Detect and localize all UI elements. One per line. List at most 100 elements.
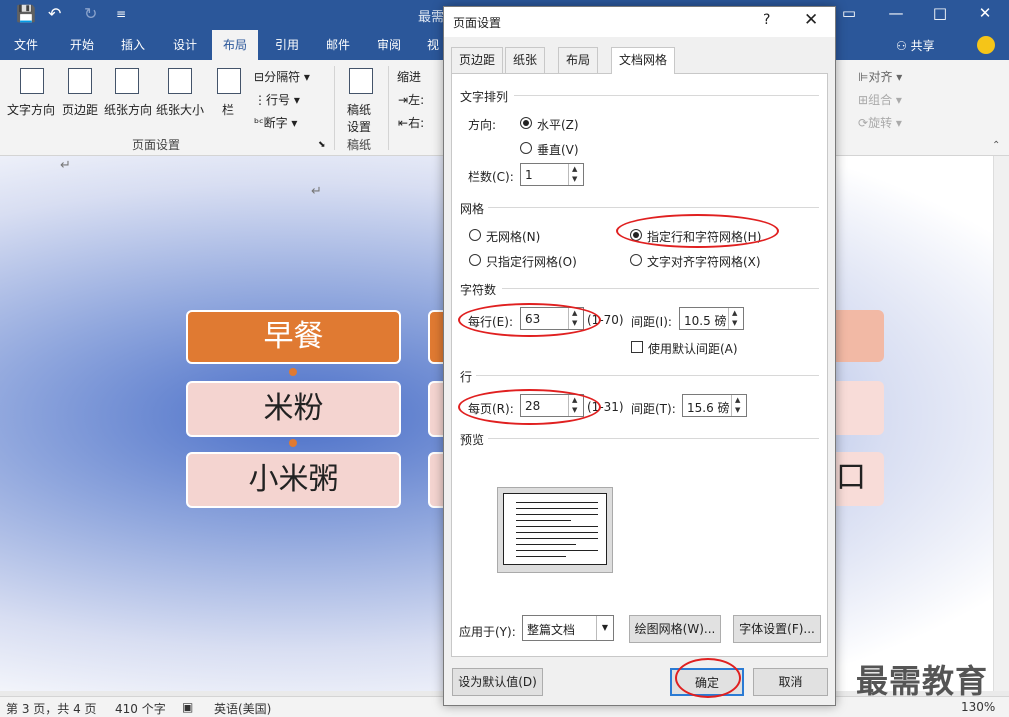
- section-divider: [476, 375, 819, 376]
- spin-down-icon[interactable]: ▼: [572, 175, 577, 183]
- set-as-default-button[interactable]: 设为默认值(D): [452, 668, 543, 696]
- proofing-icon[interactable]: ▣: [182, 700, 193, 714]
- char-pitch-input[interactable]: 10.5 磅 ▲ ▼: [679, 307, 744, 330]
- indent-right-label: ⇤右:: [398, 116, 425, 130]
- share-button[interactable]: ⚇ 共享: [896, 37, 935, 54]
- radio-horizontal[interactable]: [520, 117, 532, 129]
- hyphenation-button[interactable]: ᵇᶜ断字 ▾: [254, 114, 297, 131]
- apply-to-select[interactable]: 整篇文档 ▼: [522, 615, 614, 641]
- vertical-label[interactable]: 垂直(V): [537, 141, 579, 158]
- vertical-scrollbar[interactable]: [993, 156, 1009, 691]
- smartart-box-millet-porridge[interactable]: 小米粥: [186, 452, 401, 508]
- smiley-feedback-icon[interactable]: [977, 36, 995, 54]
- tab-paper[interactable]: 纸张: [505, 47, 546, 73]
- tab-design[interactable]: 设计: [173, 30, 197, 60]
- columns-label: 栏数(C):: [468, 170, 514, 184]
- section-grid: 网格: [460, 202, 485, 216]
- hyphenation-icon: ᵇᶜ: [254, 116, 264, 130]
- orientation-button[interactable]: 纸张方向: [104, 101, 152, 118]
- maximize-icon[interactable]: □: [925, 4, 955, 22]
- dialog-launcher-icon[interactable]: ⬊: [318, 140, 326, 150]
- preview-line: [516, 520, 571, 521]
- preview-line: [516, 514, 598, 515]
- paragraph-mark-icon: ↵: [60, 158, 71, 173]
- word-count[interactable]: 410 个字: [115, 700, 166, 717]
- tab-references[interactable]: 引用: [275, 30, 299, 60]
- window-title: 最需: [418, 10, 445, 25]
- smartart-box-rice-noodles[interactable]: 米粉: [186, 381, 401, 437]
- columns-spinner[interactable]: ▲ ▼: [568, 164, 583, 185]
- snap-to-char-grid-label[interactable]: 文字对齐字符网格(X): [647, 253, 761, 270]
- tab-insert[interactable]: 插入: [121, 30, 145, 60]
- columns-button[interactable]: 栏: [222, 101, 234, 118]
- spin-up-icon[interactable]: ▲: [572, 165, 577, 173]
- tab-mailings[interactable]: 邮件: [326, 30, 350, 60]
- line-numbers-button[interactable]: ⋮行号 ▾: [254, 91, 300, 108]
- zoom-level[interactable]: 130%: [961, 700, 995, 714]
- spin-up-icon[interactable]: ▲: [732, 309, 737, 317]
- line-numbers-icon: ⋮: [254, 93, 266, 107]
- align-icon: ⊫: [858, 70, 869, 84]
- tab-margins[interactable]: 页边距: [451, 47, 504, 73]
- customize-toolbar-icon[interactable]: ≡: [116, 7, 126, 21]
- radio-line-grid-only[interactable]: [469, 254, 481, 266]
- tab-view[interactable]: 视: [427, 30, 439, 60]
- group-button[interactable]: ⊞组合 ▾: [858, 91, 902, 108]
- save-icon[interactable]: 💾: [16, 4, 36, 23]
- language-indicator[interactable]: 英语(美国): [214, 700, 271, 717]
- text-direction-icon: [20, 68, 44, 94]
- columns-input[interactable]: 1 ▲ ▼: [520, 163, 584, 186]
- spin-down-icon[interactable]: ▼: [732, 319, 737, 327]
- align-button[interactable]: ⊫对齐 ▾: [858, 68, 902, 85]
- section-divider: [502, 288, 819, 289]
- size-button[interactable]: 纸张大小: [156, 101, 204, 118]
- tab-review[interactable]: 审阅: [377, 30, 401, 60]
- margins-button[interactable]: 页边距: [62, 101, 98, 118]
- breaks-button[interactable]: ⊟分隔符 ▾: [254, 68, 310, 85]
- smartart-box-breakfast[interactable]: 早餐: [186, 310, 401, 364]
- ribbon-display-icon[interactable]: ▭: [834, 4, 864, 22]
- line-pitch-spinner[interactable]: ▲ ▼: [731, 395, 746, 416]
- radio-vertical[interactable]: [520, 142, 532, 154]
- tab-layout-dialog[interactable]: 布局: [558, 47, 599, 73]
- rotate-button[interactable]: ⟳旋转 ▾: [858, 114, 902, 131]
- font-settings-button[interactable]: 字体设置(F)...: [733, 615, 821, 643]
- line-pitch-label: 间距(T):: [631, 402, 676, 416]
- radio-snap-to-char-grid[interactable]: [630, 254, 642, 266]
- cancel-button[interactable]: 取消: [753, 668, 828, 696]
- preview-line: [516, 550, 598, 551]
- connector-dot: [289, 439, 297, 447]
- preview-line: [516, 526, 598, 527]
- drawing-grid-button[interactable]: 绘图网格(W)...: [629, 615, 721, 643]
- close-window-icon[interactable]: ✕: [970, 4, 1000, 22]
- section-preview: 预览: [460, 433, 485, 447]
- tab-layout[interactable]: 布局: [212, 30, 259, 60]
- collapse-ribbon-icon[interactable]: ⌃: [992, 140, 1000, 151]
- minimize-icon[interactable]: —: [881, 4, 911, 22]
- default-pitch-checkbox[interactable]: [631, 341, 643, 353]
- text-direction-button[interactable]: 文字方向: [7, 101, 55, 118]
- horizontal-label[interactable]: 水平(Z): [537, 116, 579, 133]
- redo-icon[interactable]: ↻: [84, 4, 97, 23]
- radio-no-grid[interactable]: [469, 229, 481, 241]
- spin-up-icon[interactable]: ▲: [735, 396, 740, 404]
- chevron-down-icon[interactable]: ▼: [596, 616, 613, 640]
- tab-file[interactable]: 文件: [14, 30, 38, 60]
- manuscript-icon: [349, 68, 373, 94]
- manuscript-settings-button[interactable]: 稿纸 设置: [347, 101, 371, 135]
- page-count[interactable]: 第 3 页，共 4 页: [6, 700, 97, 717]
- smartart-box-partial-text: 口: [834, 452, 884, 506]
- no-grid-label[interactable]: 无网格(N): [486, 228, 540, 245]
- spin-down-icon[interactable]: ▼: [735, 406, 740, 414]
- line-pitch-input[interactable]: 15.6 磅 ▲ ▼: [682, 394, 747, 417]
- watermark-logo: 最需教育: [856, 662, 989, 700]
- undo-icon[interactable]: ↶: [48, 4, 61, 23]
- char-pitch-spinner[interactable]: ▲ ▼: [728, 308, 743, 329]
- tab-home[interactable]: 开始: [70, 30, 94, 60]
- default-pitch-label[interactable]: 使用默认间距(A): [648, 340, 738, 357]
- line-grid-only-label[interactable]: 只指定行网格(O): [486, 253, 577, 270]
- tab-document-grid[interactable]: 文档网格: [611, 47, 676, 74]
- help-icon[interactable]: ?: [763, 12, 770, 28]
- preview-line: [516, 556, 566, 557]
- close-dialog-icon[interactable]: ✕: [804, 10, 818, 30]
